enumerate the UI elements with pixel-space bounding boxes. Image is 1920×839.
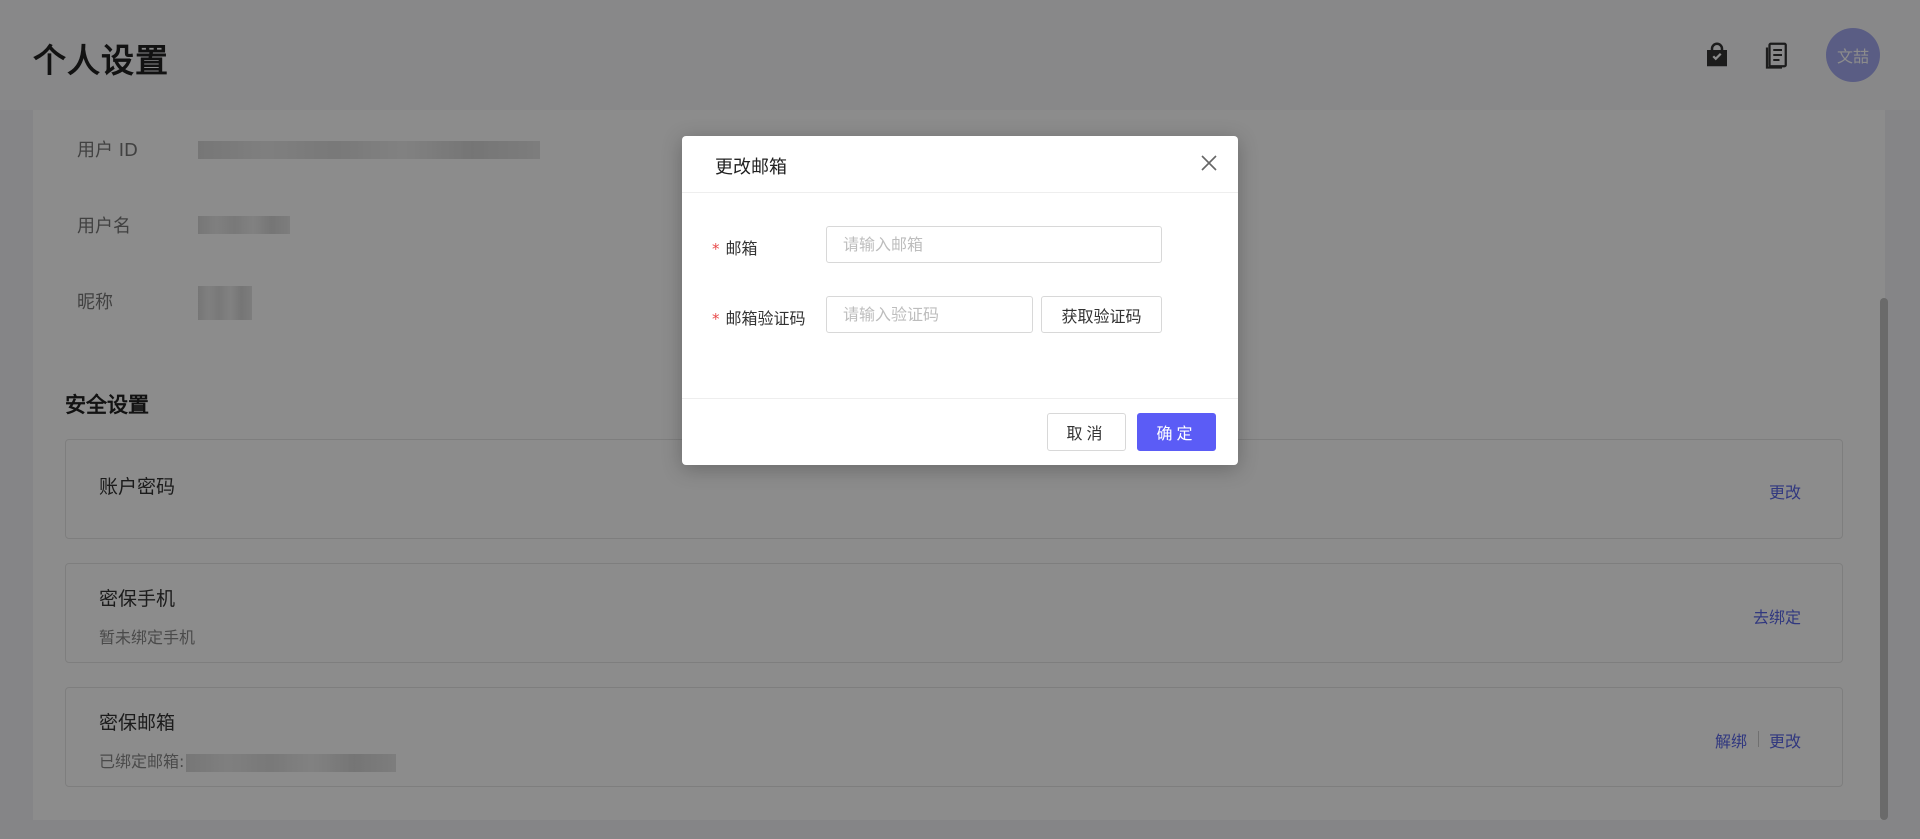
modal-footer-divider xyxy=(682,398,1238,399)
required-mark: * xyxy=(712,240,720,258)
modal-title: 更改邮箱 xyxy=(715,157,787,178)
change-email-modal: 更改邮箱 *邮箱 *邮箱验证码 获取验证码 取消 确定 xyxy=(682,136,1238,465)
code-label: * 邮箱验证码 xyxy=(712,309,806,328)
close-icon[interactable] xyxy=(1199,153,1219,173)
modal-header: 更改邮箱 xyxy=(682,136,1238,193)
email-input[interactable] xyxy=(826,226,1162,263)
code-input[interactable] xyxy=(826,296,1033,333)
cancel-button[interactable]: 取消 xyxy=(1047,413,1126,451)
confirm-button[interactable]: 确定 xyxy=(1137,413,1216,451)
email-label: * 邮箱 xyxy=(712,239,758,258)
required-mark: * xyxy=(712,310,720,328)
get-code-button[interactable]: 获取验证码 xyxy=(1041,296,1162,333)
